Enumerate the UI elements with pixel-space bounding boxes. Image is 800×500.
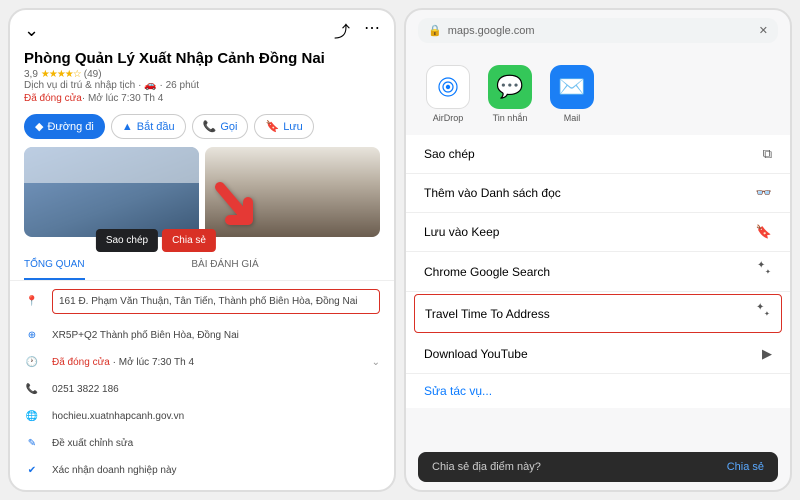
share-option[interactable]: Chia sẻ xyxy=(162,229,216,252)
globe-icon: 🌐 xyxy=(24,411,40,422)
pencil-icon: ✎ xyxy=(24,438,40,449)
sparkle-icon xyxy=(757,305,771,322)
bookmark-icon: 🔖 xyxy=(756,224,772,240)
category-line: Dịch vụ di trú & nhập tịch· 🚗 · 26 phút xyxy=(10,80,394,91)
chevron-down-icon: ⌄ xyxy=(372,357,380,368)
airdrop-icon xyxy=(426,65,470,109)
directions-button[interactable]: ◆ Đường đi xyxy=(24,114,105,139)
address-highlighted[interactable]: 161 Đ. Phạm Văn Thuận, Tân Tiến, Thành p… xyxy=(52,289,380,314)
stars-icon: ★★★★☆ xyxy=(41,69,81,80)
start-button[interactable]: ▲ Bắt đầu xyxy=(111,114,186,139)
website-row[interactable]: hochieu.xuatnhapcanh.gov.vn xyxy=(52,411,184,422)
action-download-youtube[interactable]: Download YouTube▶ xyxy=(406,335,790,374)
edit-row[interactable]: Đề xuất chỉnh sửa xyxy=(52,438,133,449)
photo-1[interactable] xyxy=(24,147,199,237)
glasses-icon: 👓 xyxy=(756,185,772,201)
left-phone: ⌄ ⤴ ⋯ Phòng Quản Lý Xuất Nhập Cảnh Đồng … xyxy=(8,8,396,492)
action-reading-list[interactable]: Thêm vào Danh sách đọc👓 xyxy=(406,174,790,213)
bottom-toast: Chia sẻ địa điểm này? Chia sẻ xyxy=(418,452,778,482)
tab-reviews[interactable]: BÀI ĐÁNH GIÁ xyxy=(191,251,258,280)
action-chrome-search[interactable]: Chrome Google Search xyxy=(406,252,790,292)
copy-icon: ⧉ xyxy=(763,146,772,162)
action-travel-time-highlighted[interactable]: Travel Time To Address xyxy=(414,294,782,333)
call-button[interactable]: 📞 Gọi xyxy=(192,114,249,139)
play-icon: ▶ xyxy=(762,346,772,362)
copy-option[interactable]: Sao chép xyxy=(96,229,158,252)
status-line: Đã đóng cửa· Mở lúc 7:30 Th 4 xyxy=(10,91,394,106)
share-icon[interactable]: ⤴ xyxy=(334,18,350,42)
action-copy[interactable]: Sao chép⧉ xyxy=(406,135,790,174)
place-title: Phòng Quản Lý Xuất Nhập Cảnh Đồng Nai xyxy=(10,50,394,69)
airdrop-app[interactable]: AirDrop xyxy=(426,65,470,123)
collapse-icon[interactable]: ⌄ xyxy=(24,20,39,41)
clock-icon: 🕐 xyxy=(24,357,40,368)
sparkle-icon xyxy=(758,263,772,280)
tab-overview[interactable]: TỔNG QUAN xyxy=(24,251,85,280)
phone-icon: 📞 xyxy=(24,384,40,395)
photo-strip[interactable]: Sao chép Chia sẻ xyxy=(10,147,394,237)
rating-line: 3,9 ★★★★☆ (49) xyxy=(10,69,394,80)
edit-actions-link[interactable]: Sửa tác vụ... xyxy=(406,374,790,408)
right-phone: 🔒 maps.google.com ✕ AirDrop 💬 Tin nhắn ✉… xyxy=(404,8,792,492)
phone-row[interactable]: 0251 3822 186 xyxy=(52,384,119,395)
toast-share-button[interactable]: Chia sẻ xyxy=(727,461,764,473)
save-button[interactable]: 🔖 Lưu xyxy=(254,114,313,139)
pluscode-icon: ⊕ xyxy=(24,330,40,341)
mail-app[interactable]: ✉️ Mail xyxy=(550,65,594,123)
red-arrow-annotation xyxy=(210,182,260,232)
close-icon[interactable]: ✕ xyxy=(759,24,768,37)
hours-row[interactable]: Đã đóng cửa · Mở lúc 7:30 Th 4 xyxy=(52,357,194,368)
lock-icon: 🔒 xyxy=(428,24,442,37)
plus-code[interactable]: XR5P+Q2 Thành phố Biên Hòa, Đồng Nai xyxy=(52,330,239,341)
verify-icon: ✔ xyxy=(24,465,40,476)
more-icon[interactable]: ⋯ xyxy=(364,18,380,42)
context-tooltip: Sao chép Chia sẻ xyxy=(94,229,218,252)
pin-icon: 📍 xyxy=(24,296,40,307)
mail-icon: ✉️ xyxy=(550,65,594,109)
messages-icon: 💬 xyxy=(488,65,532,109)
action-keep[interactable]: Lưu vào Keep🔖 xyxy=(406,213,790,252)
url-bar[interactable]: 🔒 maps.google.com ✕ xyxy=(418,18,778,43)
messages-app[interactable]: 💬 Tin nhắn xyxy=(488,65,532,123)
verify-row[interactable]: Xác nhận doanh nghiệp này xyxy=(52,465,177,476)
